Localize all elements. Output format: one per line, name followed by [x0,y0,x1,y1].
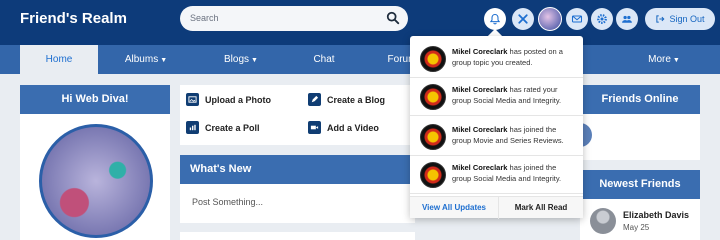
search-icon[interactable] [386,11,400,25]
nav-more[interactable]: More ▼ [628,45,700,74]
create-poll-label: Create a Poll [205,122,260,133]
bell-icon [489,13,501,25]
photo-icon [186,93,199,106]
view-all-updates-link[interactable]: View All Updates [410,197,498,219]
notification-item[interactable]: Mikel Coreclark has posted on a group to… [410,40,583,78]
gear-icon [597,14,607,24]
notification-item[interactable]: Mikel Coreclark has joined the group Mov… [410,118,583,156]
notification-text: Mikel Coreclark has rated your group Soc… [452,84,577,106]
newest-friends-card: Newest Friends Elizabeth Davis May 25 [580,170,700,240]
nav-albums-label: Albums [124,54,159,65]
notification-text: Mikel Coreclark has posted on a group to… [452,46,577,68]
notification-text: Mikel Coreclark has joined the group Soc… [452,162,577,184]
welcome-card: Hi Web Diva! [20,85,170,240]
sign-out-button[interactable]: Sign Out [645,8,715,30]
site-title[interactable]: Friend's Realm [20,10,127,27]
upload-photo-label: Upload a Photo [205,94,271,105]
sign-out-icon [656,15,665,23]
quick-actions: Upload a Photo Create a Blog Create a Po… [180,85,415,145]
chevron-down-icon: ▼ [251,57,258,64]
notifications-footer: View All Updates Mark All Read [410,196,583,219]
notification-user[interactable]: Mikel Coreclark [452,125,507,134]
notifications-button[interactable] [484,8,506,30]
post-input[interactable]: Post Something... [192,197,263,207]
settings-button[interactable] [591,8,613,30]
poll-icon [186,121,199,134]
chevron-down-icon: ▼ [672,57,680,64]
mark-all-read-button[interactable]: Mark All Read [498,197,583,219]
nav-home-label: Home [45,54,73,65]
messages-button[interactable] [566,8,588,30]
feed-card [180,232,415,240]
profile-avatar[interactable] [39,124,153,238]
notification-text: Mikel Coreclark has joined the group Mov… [452,124,577,146]
site-header: Friend's Realm Search Sign Out [0,0,720,45]
chevron-down-icon: ▼ [160,57,168,64]
create-blog-button[interactable]: Create a Blog [308,93,385,106]
main-nav: Home Albums ▼ Blogs ▼ Chat Forum More ▼ [0,45,720,74]
video-icon [308,121,321,134]
create-blog-label: Create a Blog [327,94,386,105]
notifications-dropdown: Mikel Coreclark has posted on a group to… [410,36,583,219]
upload-photo-button[interactable]: Upload a Photo [186,93,271,106]
newest-friends-title: Newest Friends [580,170,700,199]
avatar [420,124,446,150]
users-icon [622,15,632,23]
notification-item[interactable]: Mikel Coreclark has joined the group Soc… [410,156,583,194]
friend-date: May 25 [623,223,650,232]
avatar [420,84,446,110]
nav-chat-label: Chat [313,54,335,65]
whats-new-title: What's New [180,155,415,184]
notification-user[interactable]: Mikel Coreclark [452,85,507,94]
puzzle-icon [518,14,528,24]
avatar [420,162,446,188]
welcome-title: Hi Web Diva! [20,85,170,114]
create-poll-button[interactable]: Create a Poll [186,121,260,134]
friend-name[interactable]: Elizabeth Davis [623,210,689,220]
avatar [420,46,446,72]
nav-home[interactable]: Home [20,45,98,74]
notification-user[interactable]: Mikel Coreclark [452,47,507,56]
notification-item[interactable]: Mikel Coreclark has rated your group Soc… [410,78,583,116]
nav-albums[interactable]: Albums ▼ [110,45,182,74]
nav-chat[interactable]: Chat [288,45,360,74]
friends-online-title: Friends Online [580,85,700,114]
add-video-button[interactable]: Add a Video [308,121,379,134]
nav-blogs-label: Blogs [224,54,250,65]
sign-out-label: Sign Out [669,14,705,24]
whats-new-card: What's New Post Something... [180,155,415,223]
notification-user[interactable]: Mikel Coreclark [452,163,507,172]
apps-button[interactable] [512,8,534,30]
pencil-icon [308,93,321,106]
friends-online-card: Friends Online [580,85,700,160]
add-video-label: Add a Video [327,122,379,133]
nav-blogs[interactable]: Blogs ▼ [205,45,277,74]
mail-icon [571,15,583,23]
nav-more-label: More [648,54,671,65]
search-input[interactable]: Search [180,6,408,31]
avatar[interactable] [538,7,562,31]
friends-button[interactable] [616,8,638,30]
avatar[interactable] [590,208,616,234]
search-placeholder: Search [190,13,219,23]
